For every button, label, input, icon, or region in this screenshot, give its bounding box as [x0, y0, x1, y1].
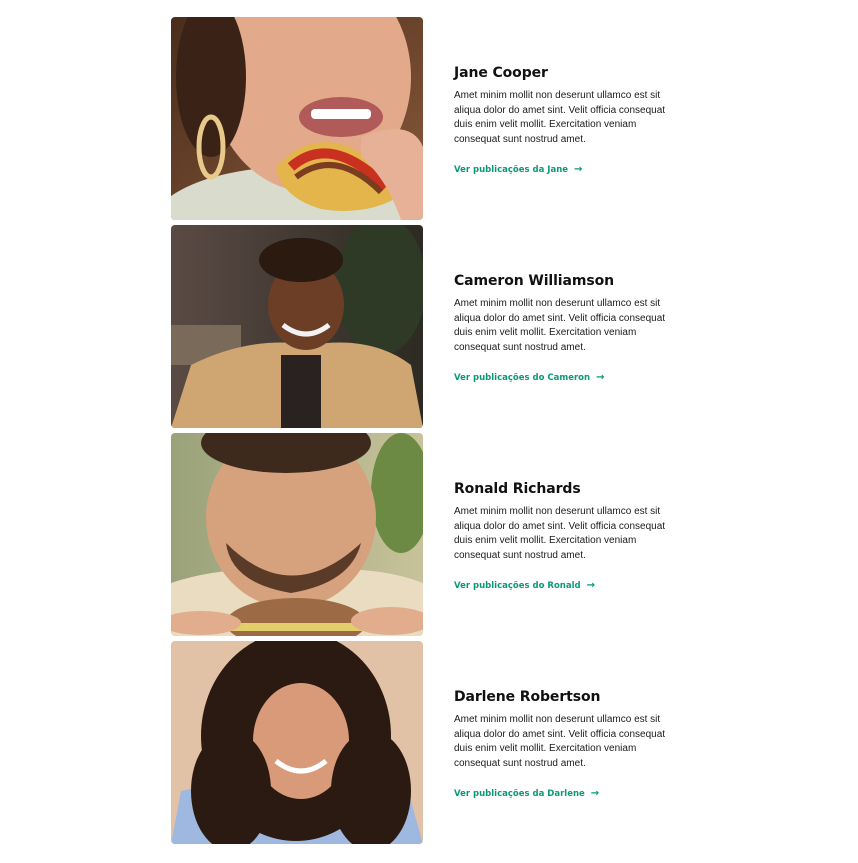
view-posts-label: Ver publicações do Ronald — [454, 581, 581, 591]
person-photo — [171, 17, 423, 220]
person-info: Darlene Robertson Amet minim mollit non … — [454, 689, 674, 800]
person-info: Jane Cooper Amet minim mollit non deseru… — [454, 65, 674, 176]
view-posts-link[interactable]: Ver publicações da Darlene → — [454, 788, 600, 800]
arrow-right-icon: → — [574, 164, 583, 175]
person-photo — [171, 225, 423, 428]
person-name: Darlene Robertson — [454, 689, 601, 705]
person-info: Ronald Richards Amet minim mollit non de… — [454, 481, 674, 592]
people-list: Jane Cooper Amet minim mollit non deseru… — [171, 17, 691, 844]
person-bio: Amet minim mollit non deserunt ullamco e… — [454, 90, 666, 145]
view-posts-link[interactable]: Ver publicações da Jane → — [454, 164, 583, 176]
person-info: Cameron Williamson Amet minim mollit non… — [454, 273, 674, 384]
person-bio: Amet minim mollit non deserunt ullamco e… — [454, 506, 666, 561]
view-posts-link[interactable]: Ver publicações do Cameron → — [454, 372, 605, 384]
person-name: Jane Cooper — [454, 65, 548, 81]
arrow-right-icon: → — [590, 788, 600, 799]
person-photo — [171, 433, 423, 636]
person-bio: Amet minim mollit non deserunt ullamco e… — [454, 298, 666, 353]
view-posts-label: Ver publicações do Cameron — [454, 373, 591, 383]
person-name: Cameron Williamson — [454, 273, 614, 289]
person-card: Jane Cooper Amet minim mollit non deseru… — [171, 17, 691, 220]
arrow-right-icon: → — [586, 580, 595, 591]
person-card: Ronald Richards Amet minim mollit non de… — [171, 433, 691, 636]
person-name: Ronald Richards — [454, 481, 581, 497]
person-bio: Amet minim mollit non deserunt ullamco e… — [454, 714, 666, 769]
person-card: Cameron Williamson Amet minim mollit non… — [171, 225, 691, 428]
person-photo — [171, 641, 423, 844]
view-posts-link[interactable]: Ver publicações do Ronald → — [454, 580, 595, 592]
person-card: Darlene Robertson Amet minim mollit non … — [171, 641, 691, 844]
view-posts-label: Ver publicações da Jane — [454, 165, 569, 175]
view-posts-label: Ver publicações da Darlene — [454, 789, 585, 799]
arrow-right-icon: → — [596, 372, 605, 383]
